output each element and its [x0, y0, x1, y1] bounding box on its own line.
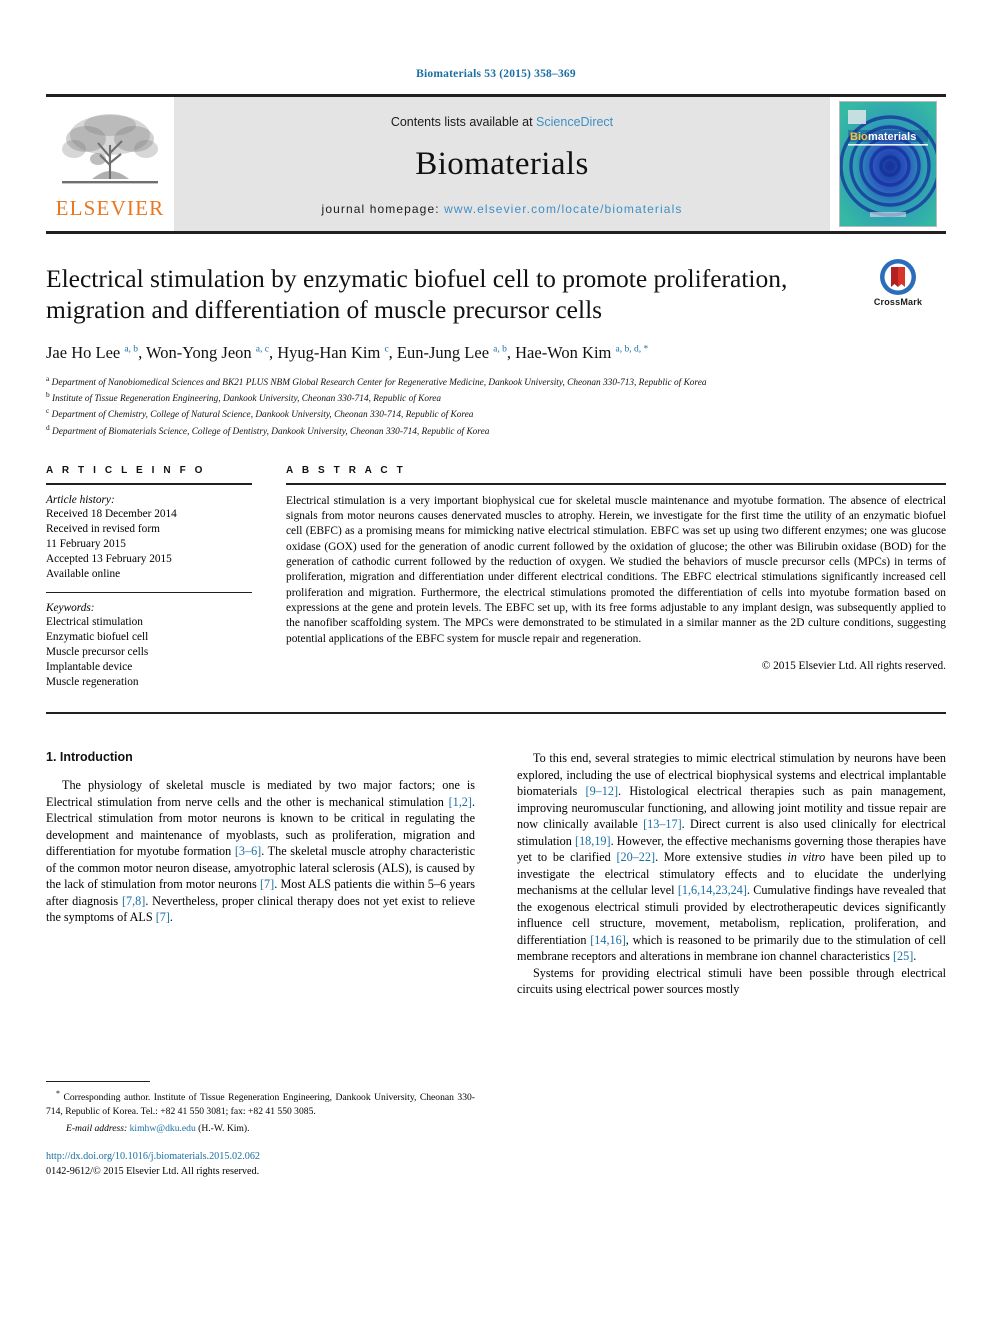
- homepage-prefix: journal homepage:: [321, 201, 445, 216]
- history-item: Received in revised form: [46, 522, 160, 535]
- article-history-label: Article history:: [46, 493, 115, 506]
- affiliation-marker: b: [46, 389, 50, 399]
- keyword-item: Implantable device: [46, 660, 133, 673]
- crossmark-icon: [879, 258, 917, 296]
- journal-cover-area: Bio materials: [830, 97, 946, 231]
- corresponding-author-note: * Corresponding author. Institute of Tis…: [46, 1089, 475, 1118]
- affiliation-item: a Department of Nanobiomedical Sciences …: [46, 374, 946, 390]
- email-label: E-mail address:: [66, 1122, 128, 1134]
- footnote-divider: [46, 1081, 150, 1083]
- introduction-heading: 1. Introduction: [46, 749, 133, 764]
- keyword-item: Enzymatic biofuel cell: [46, 630, 149, 643]
- homepage-url-link[interactable]: www.elsevier.com/locate/biomaterials: [444, 202, 682, 216]
- crossmark-badge[interactable]: CrossMark: [850, 258, 946, 307]
- svg-text:materials: materials: [868, 131, 916, 143]
- sciencedirect-link[interactable]: ScienceDirect: [536, 115, 613, 129]
- abstract-text: Electrical stimulation is a very importa…: [286, 494, 946, 645]
- affiliation-item: d Department of Biomaterials Science, Co…: [46, 423, 946, 439]
- divider: [46, 591, 252, 593]
- issn-copyright-line: 0142-9612/© 2015 Elsevier Ltd. All right…: [46, 1166, 260, 1178]
- keyword-item: Muscle precursor cells: [46, 645, 149, 658]
- history-item: Available online: [46, 567, 121, 580]
- divider: [46, 482, 252, 485]
- affiliation-marker: d: [46, 422, 50, 432]
- affiliation-item: c Department of Chemistry, College of Na…: [46, 406, 946, 422]
- intro-paragraph-right-1: To this end, several strategies to mimic…: [517, 750, 946, 964]
- section-divider: [46, 711, 946, 714]
- doi-block: http://dx.doi.org/10.1016/j.biomaterials…: [46, 1150, 475, 1180]
- article-info-heading: A R T I C L E I N F O: [46, 464, 206, 476]
- journal-title: Biomaterials: [415, 145, 589, 182]
- abstract-copyright: © 2015 Elsevier Ltd. All rights reserved…: [761, 660, 946, 673]
- history-item: Received 18 December 2014: [46, 507, 177, 520]
- body-column-right: To this end, several strategies to mimic…: [517, 750, 946, 1180]
- intro-paragraph-right-2: Systems for providing electrical stimuli…: [517, 965, 946, 997]
- doi-link[interactable]: http://dx.doi.org/10.1016/j.biomaterials…: [46, 1150, 475, 1165]
- article-page: Biomaterials 53 (2015) 358–369 ELSEVIER …: [0, 0, 992, 1323]
- affiliation-item: b Institute of Tissue Regeneration Engin…: [46, 390, 946, 406]
- affiliation-text: Institute of Tissue Regeneration Enginee…: [52, 394, 442, 405]
- history-item: 11 February 2015: [46, 537, 126, 550]
- affiliation-marker: c: [46, 406, 50, 416]
- abstract-heading: A B S T R A C T: [286, 464, 406, 476]
- elsevier-wordmark: ELSEVIER: [55, 196, 165, 220]
- affiliation-list: a Department of Nanobiomedical Sciences …: [46, 374, 946, 439]
- body-column-left: 1. Introduction The physiology of skelet…: [46, 750, 475, 1180]
- affiliation-text: Department of Nanobiomedical Sciences an…: [51, 377, 707, 388]
- article-info-column: A R T I C L E I N F O Article history: R…: [46, 465, 252, 690]
- keyword-item: Muscle regeneration: [46, 675, 139, 688]
- email-note: E-mail address: kimhw@dku.edu (H.-W. Kim…: [46, 1122, 475, 1136]
- page-title: Electrical stimulation by enzymatic biof…: [46, 264, 788, 324]
- divider: [286, 482, 946, 485]
- masthead-center: Contents lists available at ScienceDirec…: [174, 97, 830, 231]
- email-link[interactable]: kimhw@dku.edu: [130, 1123, 196, 1134]
- svg-text:Bio: Bio: [850, 131, 868, 143]
- elsevier-logo: ELSEVIER: [46, 97, 174, 231]
- elsevier-tree-icon: [58, 109, 162, 197]
- running-head: Biomaterials 53 (2015) 358–369: [416, 68, 576, 80]
- affiliation-text: Department of Chemistry, College of Natu…: [51, 410, 474, 421]
- info-abstract-section: A R T I C L E I N F O Article history: R…: [46, 465, 946, 690]
- article-history-list: Received 18 December 2014 Received in re…: [46, 507, 252, 582]
- journal-homepage-line: journal homepage: www.elsevier.com/locat…: [322, 202, 683, 216]
- keywords-label: Keywords:: [46, 601, 95, 614]
- affiliation-text: Department of Biomaterials Science, Coll…: [52, 426, 490, 437]
- author-list: Jae Ho Lee a, b, Won-Yong Jeon a, c, Hyu…: [46, 342, 649, 362]
- keywords-list: Electrical stimulation Enzymatic biofuel…: [46, 615, 252, 690]
- affiliation-marker: a: [46, 373, 50, 383]
- journal-cover-thumbnail: Bio materials: [839, 101, 937, 227]
- footnote-block: * Corresponding author. Institute of Tis…: [46, 1081, 475, 1180]
- contents-prefix: Contents lists available at: [390, 114, 537, 129]
- history-item: Accepted 13 February 2015: [46, 552, 172, 565]
- title-block: CrossMark Electrical stimulation by enzy…: [46, 259, 946, 439]
- abstract-column: A B S T R A C T Electrical stimulation i…: [286, 465, 946, 690]
- contents-list-line: Contents lists available at ScienceDirec…: [391, 115, 613, 129]
- intro-paragraph-left: The physiology of skeletal muscle is med…: [46, 777, 475, 925]
- body-columns: 1. Introduction The physiology of skelet…: [46, 750, 946, 1180]
- crossmark-label: CrossMark: [873, 297, 923, 307]
- journal-masthead: ELSEVIER Contents lists available at Sci…: [46, 94, 946, 234]
- email-suffix: (H.-W. Kim).: [198, 1122, 250, 1134]
- keyword-item: Electrical stimulation: [46, 615, 143, 628]
